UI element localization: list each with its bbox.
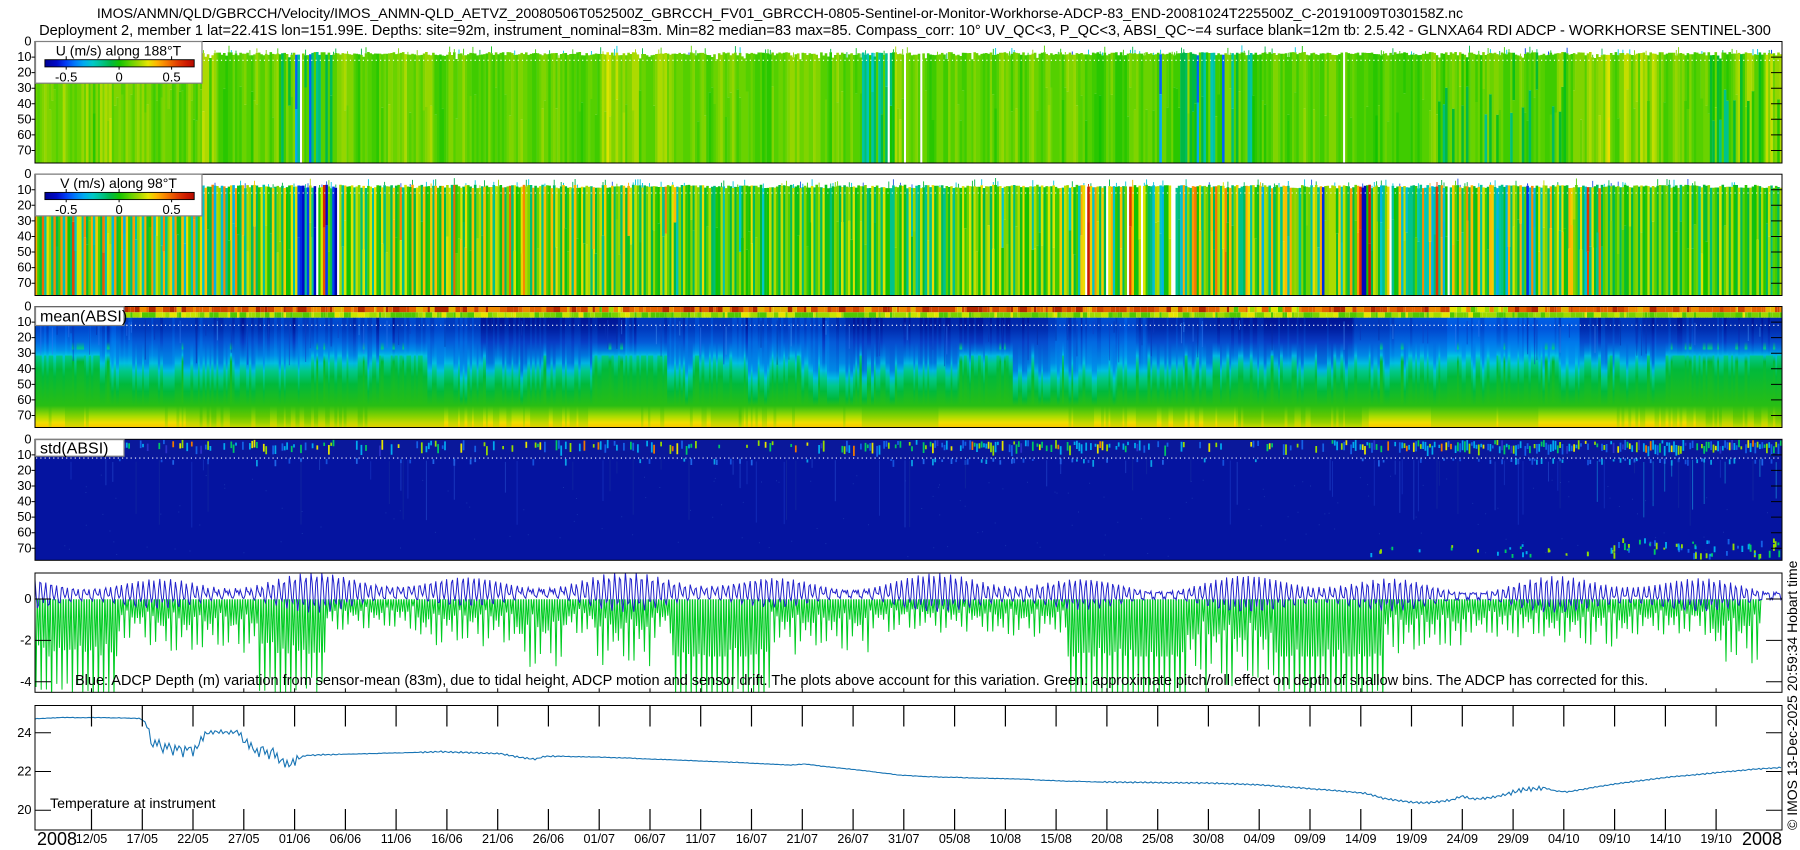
svg-text:0: 0 bbox=[115, 70, 122, 85]
svg-text:17/05: 17/05 bbox=[127, 832, 159, 846]
svg-text:50: 50 bbox=[17, 111, 31, 126]
svg-text:40: 40 bbox=[17, 361, 31, 376]
svg-text:0: 0 bbox=[24, 591, 31, 606]
svg-text:21/07: 21/07 bbox=[787, 832, 819, 846]
svg-text:16/06: 16/06 bbox=[431, 832, 463, 846]
svg-text:IMOS/ANMN/QLD/GBRCCH/Velocity/: IMOS/ANMN/QLD/GBRCCH/Velocity/IMOS_ANMN-… bbox=[97, 6, 1463, 22]
svg-text:60: 60 bbox=[17, 260, 31, 275]
svg-text:20: 20 bbox=[17, 462, 31, 477]
svg-text:© IMOS 13-Dec-2025 20:59:34 Ho: © IMOS 13-Dec-2025 20:59:34 Hobart time bbox=[1784, 560, 1800, 830]
svg-text:30: 30 bbox=[17, 213, 31, 228]
svg-text:Deployment 2, member 1 lat=22.: Deployment 2, member 1 lat=22.41S lon=15… bbox=[39, 23, 1771, 39]
svg-text:0: 0 bbox=[24, 34, 31, 49]
svg-text:0.5: 0.5 bbox=[163, 70, 181, 85]
svg-text:20: 20 bbox=[17, 802, 31, 817]
svg-text:Blue: ADCP Depth (m) variation: Blue: ADCP Depth (m) variation from sens… bbox=[75, 673, 1648, 689]
svg-text:70: 70 bbox=[17, 275, 31, 290]
svg-text:20: 20 bbox=[17, 197, 31, 212]
svg-text:2008: 2008 bbox=[37, 829, 77, 849]
svg-text:10/08: 10/08 bbox=[990, 832, 1022, 846]
svg-text:U (m/s) along 188°T: U (m/s) along 188°T bbox=[56, 43, 182, 59]
svg-text:10: 10 bbox=[17, 314, 31, 329]
svg-text:06/07: 06/07 bbox=[634, 832, 666, 846]
svg-text:Temperature at instrument: Temperature at instrument bbox=[50, 796, 216, 812]
svg-text:26/06: 26/06 bbox=[533, 832, 565, 846]
svg-text:2008: 2008 bbox=[1742, 829, 1782, 849]
svg-text:06/06: 06/06 bbox=[330, 832, 362, 846]
svg-text:50: 50 bbox=[17, 509, 31, 524]
svg-text:40: 40 bbox=[17, 229, 31, 244]
svg-text:0: 0 bbox=[24, 299, 31, 314]
svg-text:50: 50 bbox=[17, 244, 31, 259]
svg-text:30: 30 bbox=[17, 478, 31, 493]
svg-text:27/05: 27/05 bbox=[228, 832, 260, 846]
svg-text:14/09: 14/09 bbox=[1345, 832, 1377, 846]
svg-text:24: 24 bbox=[17, 725, 31, 740]
svg-text:22: 22 bbox=[17, 764, 31, 779]
svg-text:15/08: 15/08 bbox=[1040, 832, 1072, 846]
svg-text:04/10: 04/10 bbox=[1548, 832, 1580, 846]
svg-text:30: 30 bbox=[17, 345, 31, 360]
svg-text:31/07: 31/07 bbox=[888, 832, 920, 846]
svg-text:70: 70 bbox=[17, 540, 31, 555]
svg-text:25/08: 25/08 bbox=[1142, 832, 1174, 846]
svg-text:70: 70 bbox=[17, 143, 31, 158]
svg-text:0: 0 bbox=[24, 431, 31, 446]
svg-text:50: 50 bbox=[17, 376, 31, 391]
svg-text:24/09: 24/09 bbox=[1447, 832, 1479, 846]
svg-text:14/10: 14/10 bbox=[1650, 832, 1682, 846]
svg-text:30: 30 bbox=[17, 80, 31, 95]
svg-text:26/07: 26/07 bbox=[837, 832, 869, 846]
svg-text:09/09: 09/09 bbox=[1294, 832, 1326, 846]
svg-text:20: 20 bbox=[17, 65, 31, 80]
svg-text:20: 20 bbox=[17, 330, 31, 345]
svg-text:10: 10 bbox=[17, 49, 31, 64]
svg-text:19/09: 19/09 bbox=[1396, 832, 1428, 846]
svg-text:60: 60 bbox=[17, 127, 31, 142]
svg-text:11/07: 11/07 bbox=[685, 832, 716, 846]
svg-text:-4: -4 bbox=[20, 674, 31, 689]
svg-text:01/07: 01/07 bbox=[583, 832, 615, 846]
svg-text:60: 60 bbox=[17, 525, 31, 540]
svg-text:mean(ABSI): mean(ABSI) bbox=[40, 309, 127, 326]
svg-text:12/05: 12/05 bbox=[76, 832, 108, 846]
svg-text:-0.5: -0.5 bbox=[55, 70, 77, 85]
svg-text:-2: -2 bbox=[20, 632, 31, 647]
svg-text:40: 40 bbox=[17, 96, 31, 111]
svg-text:20/08: 20/08 bbox=[1091, 832, 1123, 846]
svg-text:-0.5: -0.5 bbox=[55, 202, 77, 217]
svg-text:V (m/s) along 98°T: V (m/s) along 98°T bbox=[60, 175, 177, 191]
svg-text:05/08: 05/08 bbox=[939, 832, 971, 846]
svg-text:19/10: 19/10 bbox=[1700, 832, 1732, 846]
svg-text:std(ABSI): std(ABSI) bbox=[40, 440, 108, 457]
svg-text:0: 0 bbox=[115, 202, 122, 217]
svg-text:21/06: 21/06 bbox=[482, 832, 514, 846]
svg-text:01/06: 01/06 bbox=[279, 832, 311, 846]
svg-text:30/08: 30/08 bbox=[1193, 832, 1225, 846]
svg-text:11/06: 11/06 bbox=[381, 832, 412, 846]
svg-text:29/09: 29/09 bbox=[1497, 832, 1529, 846]
svg-text:16/07: 16/07 bbox=[736, 832, 768, 846]
svg-text:10: 10 bbox=[17, 447, 31, 462]
svg-text:0: 0 bbox=[24, 166, 31, 181]
svg-text:40: 40 bbox=[17, 494, 31, 509]
svg-text:60: 60 bbox=[17, 392, 31, 407]
svg-text:04/09: 04/09 bbox=[1243, 832, 1275, 846]
svg-text:10: 10 bbox=[17, 182, 31, 197]
svg-text:70: 70 bbox=[17, 408, 31, 423]
svg-text:22/05: 22/05 bbox=[177, 832, 209, 846]
svg-text:09/10: 09/10 bbox=[1599, 832, 1631, 846]
svg-text:0.5: 0.5 bbox=[163, 202, 181, 217]
